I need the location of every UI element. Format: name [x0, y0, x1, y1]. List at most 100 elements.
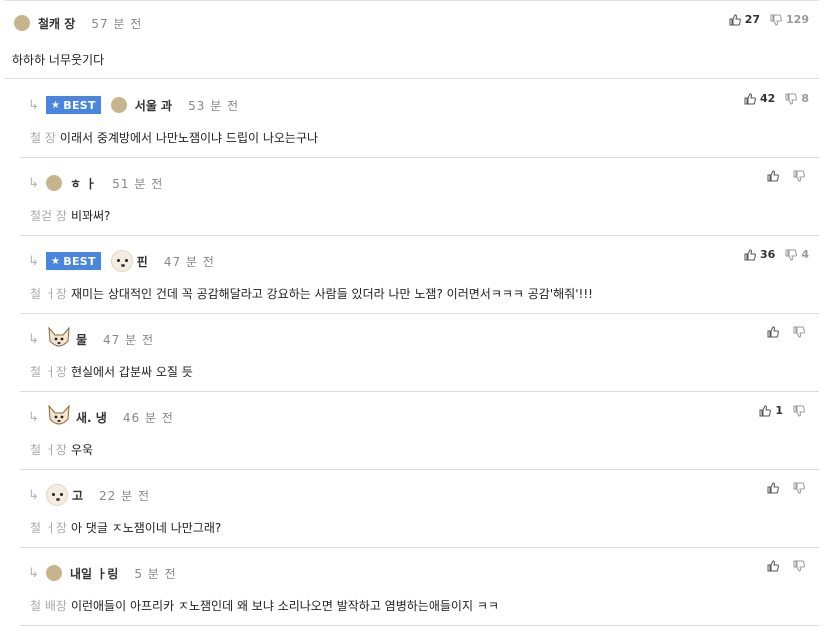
reply-target-author[interactable]: 철 ㅓ장 [30, 363, 67, 380]
nickname[interactable]: 핀 [137, 253, 148, 270]
reply-arrow-icon: ↳ [28, 97, 39, 113]
reply-header: ↳ 고 22 분 전 [28, 484, 150, 506]
avatar[interactable] [110, 97, 127, 113]
avatar[interactable] [46, 175, 62, 191]
timestamp: 53 분 전 [188, 98, 240, 113]
vote-group: 27 129 [729, 13, 809, 26]
reply-text: 비꽈써? [70, 209, 111, 223]
comment-item: 철캐 장 57 분 전 27 129 하하하 너무웃기다 [4, 1, 819, 79]
upvote-button[interactable]: 42 [744, 92, 775, 105]
best-label: BEST [63, 98, 96, 112]
reply-target-author[interactable]: 철걷 장 [30, 207, 67, 224]
reply-header: ↳ ★ BEST 서울 과 53 분 전 [28, 94, 239, 116]
comment-header: 철캐 장 57 분 전 [14, 13, 142, 33]
vote-group: 36 4 [744, 248, 809, 261]
reply-header: ↳ 새. 냉 46 분 전 [28, 405, 174, 429]
avatar[interactable] [46, 405, 72, 429]
reply-item: ↳ ★ BEST 서울 과 53 분 전 42 8 철 장 이래서 중계방에서 나만노잼이냐 드… [20, 80, 819, 158]
reply-arrow-icon: ↳ [28, 331, 39, 347]
nickname[interactable]: 철캐 장 [38, 15, 75, 32]
reply-body: 철 장 이래서 중계방에서 나만노잼이냐 드립이 나오는구나 [30, 129, 318, 146]
reply-text: 재미는 상대적인 건데 꼭 공감해달라고 강요하는 사람들 있더라 나만 노잼?… [70, 287, 593, 301]
upvote-count: 27 [744, 13, 761, 26]
reply-item: ↳ 내일 ㅏ링 5 분 전철 배장 이런애들이 아프리카 ㅈ노잼인데 왜 보냐 소리나… [20, 548, 819, 626]
reply-text: 아 댓글 ㅈ노잼이네 나만그래? [70, 521, 222, 535]
reply-header: ↳ ★ BEST 핀 47 분 전 [28, 250, 215, 272]
reply-target-author[interactable]: 철 장 [30, 129, 56, 146]
vote-group [767, 482, 809, 494]
vote-group [767, 170, 809, 182]
vote-group [767, 326, 809, 338]
nickname[interactable]: 고 [72, 487, 83, 504]
best-badge: ★ BEST [46, 252, 101, 270]
upvote-button[interactable]: 27 [729, 13, 760, 26]
comment-text: 하하하 너무웃기다 [12, 53, 105, 67]
avatar[interactable] [46, 327, 72, 351]
timestamp: 5 분 전 [134, 566, 177, 581]
reply-target-author[interactable]: 철 ㅓ장 [30, 519, 67, 536]
reply-item: ↳ 새. 냉 46 분 전 1 철 ㅓ장 우욱 [20, 392, 819, 470]
downvote-button[interactable] [793, 170, 809, 182]
timestamp: 47 분 전 [103, 332, 155, 347]
downvote-button[interactable]: 129 [770, 13, 809, 26]
nickname[interactable]: 서울 과 [135, 97, 172, 114]
reply-item: ↳ ★ BEST 핀 47 분 전 36 4 철 ㅓ장 재미는 상대적인 건데 꼭 공감해달라고… [20, 236, 819, 314]
upvote-count: 36 [760, 248, 776, 261]
thumbs-up-icon [729, 13, 741, 26]
nickname[interactable]: 물 [76, 331, 87, 348]
reply-body: 철 ㅓ장 재미는 상대적인 건데 꼭 공감해달라고 강요하는 사람들 있더라 나만… [30, 285, 593, 302]
best-label: BEST [63, 254, 96, 268]
downvote-button[interactable] [793, 560, 809, 572]
reply-arrow-icon: ↳ [28, 253, 39, 269]
star-icon: ★ [51, 99, 61, 111]
reply-text: 이런애들이 아프리카 ㅈ노잼인데 왜 보냐 소리나오면 발작하고 염병하는애들이… [70, 599, 499, 613]
upvote-button[interactable] [767, 482, 783, 494]
thumbs-down-icon [785, 93, 798, 105]
nickname[interactable]: 새. 냉 [76, 409, 107, 426]
reply-target-author[interactable]: 철 ㅓ장 [30, 441, 67, 458]
downvote-button[interactable]: 8 [785, 92, 809, 105]
reply-header: ↳ ㅎ ㅏ 51 분 전 [28, 172, 163, 194]
reply-text: 이래서 중계방에서 나만노잼이냐 드립이 나오는구나 [59, 131, 319, 145]
reply-arrow-icon: ↳ [28, 565, 39, 581]
nickname[interactable]: ㅎ ㅏ [70, 175, 96, 192]
reply-body: 철 ㅓ장 현실에서 갑분싸 오질 듯 [30, 363, 193, 380]
nickname[interactable]: 내일 ㅏ링 [70, 565, 118, 582]
reply-text: 우욱 [70, 443, 94, 457]
upvote-count: 1 [775, 404, 783, 417]
upvote-button[interactable]: 36 [744, 248, 775, 261]
avatar[interactable] [46, 565, 62, 581]
reply-header: ↳ 물 47 분 전 [28, 327, 155, 351]
thumbs-down-icon [793, 560, 805, 572]
downvote-button[interactable] [793, 326, 809, 338]
downvote-count: 129 [786, 13, 809, 26]
upvote-button[interactable] [767, 326, 783, 338]
downvote-button[interactable] [793, 405, 809, 417]
upvote-button[interactable] [767, 170, 783, 182]
upvote-button[interactable]: 1 [759, 404, 783, 417]
downvote-button[interactable] [793, 482, 809, 494]
best-badge: ★ BEST [46, 96, 101, 114]
timestamp: 46 분 전 [122, 410, 174, 425]
star-icon: ★ [51, 255, 61, 267]
reply-arrow-icon: ↳ [28, 409, 39, 425]
reply-target-author[interactable]: 철 배장 [30, 597, 67, 614]
reply-body: 철 ㅓ장 우욱 [30, 441, 93, 458]
reply-arrow-icon: ↳ [28, 487, 39, 503]
downvote-count: 4 [801, 248, 809, 261]
reply-item: ↳ 고 22 분 전철 ㅓ장 아 댓글 ㅈ노잼이네 나만그래? [20, 470, 819, 548]
reply-target-author[interactable]: 철 ㅓ장 [30, 285, 67, 302]
avatar[interactable] [14, 15, 30, 31]
reply-body: 철걷 장 비꽈써? [30, 207, 110, 224]
downvote-count: 8 [801, 92, 809, 105]
vote-group: 42 8 [744, 92, 809, 105]
reply-body: 철 ㅓ장 아 댓글 ㅈ노잼이네 나만그래? [30, 519, 221, 536]
reply-text: 현실에서 갑분싸 오질 듯 [70, 365, 193, 379]
avatar[interactable] [110, 250, 133, 272]
downvote-button[interactable]: 4 [785, 248, 809, 261]
avatar[interactable] [46, 484, 68, 506]
reply-item: ↳ ㅎ ㅏ 51 분 전철걷 장 비꽈써? [20, 158, 819, 236]
thumbs-down-icon [793, 405, 805, 417]
upvote-button[interactable] [767, 560, 783, 572]
thumbs-down-icon [770, 14, 782, 26]
